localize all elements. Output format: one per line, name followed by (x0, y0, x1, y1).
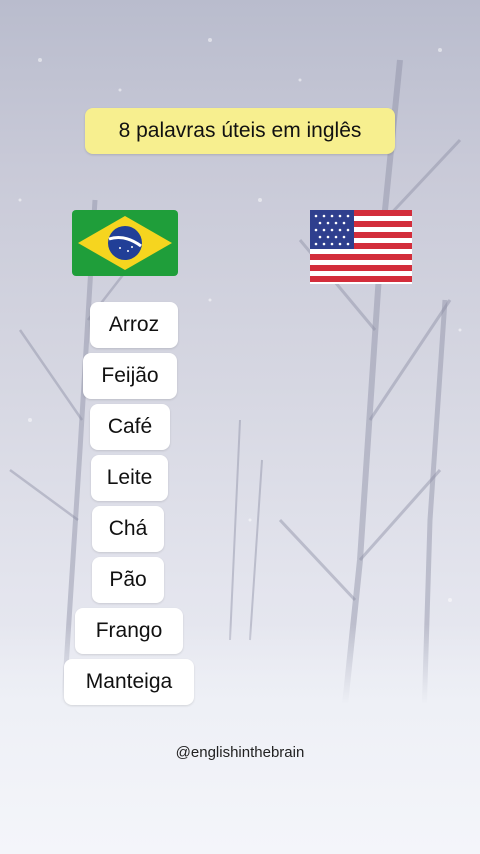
usa-flag-icon (310, 210, 412, 284)
creator-handle: @englishinthebrain (175, 744, 305, 761)
word-card-pao: Pão (92, 557, 164, 603)
word-card-feijao: Feijão (83, 353, 177, 399)
brazil-flag-icon (72, 210, 178, 276)
word-card-arroz: Arroz (90, 302, 178, 348)
word-card-frango: Frango (75, 608, 183, 654)
word-card-cha: Chá (92, 506, 164, 552)
word-card-manteiga: Manteiga (64, 659, 194, 705)
word-card-cafe: Café (90, 404, 170, 450)
word-card-leite: Leite (91, 455, 168, 501)
page-title: 8 palavras úteis em inglês (85, 108, 395, 154)
